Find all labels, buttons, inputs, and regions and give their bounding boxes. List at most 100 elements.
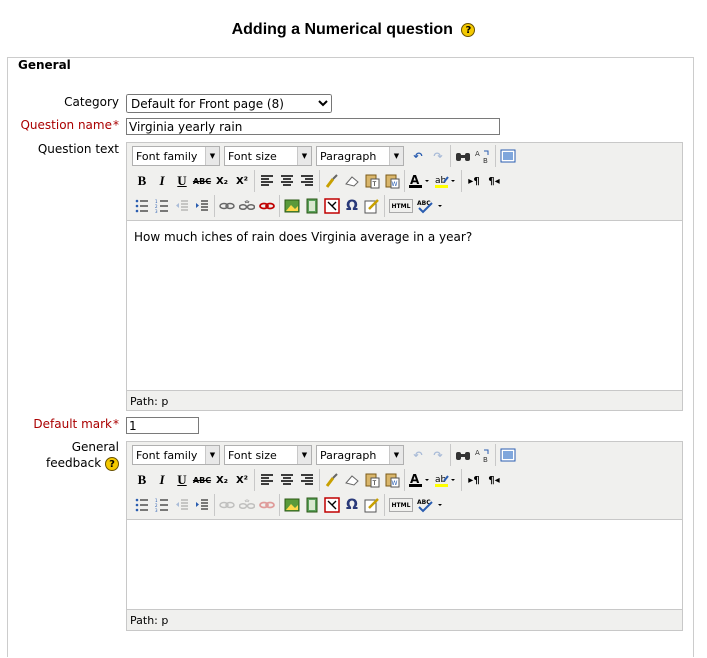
tex-icon[interactable]	[322, 495, 342, 515]
cleanup-brush-icon[interactable]	[322, 470, 342, 490]
redo-icon[interactable]: ↷	[428, 445, 448, 465]
media-icon[interactable]	[302, 196, 322, 216]
insert-group: Ω	[282, 494, 385, 516]
outdent-icon[interactable]	[172, 495, 192, 515]
paste-word-icon[interactable]: W	[382, 171, 402, 191]
default-mark-label: Default mark*	[33, 417, 119, 431]
html-source-icon[interactable]: HTML	[389, 199, 413, 213]
strikethrough-icon[interactable]: ABC	[192, 470, 212, 490]
omega-icon[interactable]: Ω	[342, 196, 362, 216]
underline-icon[interactable]: U	[172, 470, 192, 490]
svg-text:W: W	[392, 480, 398, 487]
format-select[interactable]: Paragraph ▼	[316, 146, 404, 166]
search-group: AB	[453, 444, 496, 466]
font-size-select[interactable]: Font size ▼	[224, 445, 312, 465]
strikethrough-icon[interactable]: ABC	[192, 171, 212, 191]
subscript-icon[interactable]: X₂	[212, 470, 232, 490]
image-icon[interactable]	[282, 495, 302, 515]
question-text-content-area[interactable]: How much iches of rain does Virginia ave…	[127, 220, 682, 391]
rtl-icon[interactable]: ¶◂	[484, 171, 504, 191]
bullet-list-icon[interactable]	[132, 196, 152, 216]
chevron-down-icon: ▼	[297, 147, 311, 165]
unlink-icon[interactable]	[237, 196, 257, 216]
replace-icon[interactable]: AB	[473, 445, 493, 465]
find-icon[interactable]	[453, 445, 473, 465]
outdent-icon[interactable]	[172, 196, 192, 216]
edit-note-icon[interactable]	[362, 495, 382, 515]
paste-word-icon[interactable]: W	[382, 470, 402, 490]
default-mark-input[interactable]	[126, 417, 199, 434]
bold-icon[interactable]: B	[132, 470, 152, 490]
numbered-list-icon[interactable]: 123	[152, 495, 172, 515]
unlink-icon[interactable]	[237, 495, 257, 515]
align-right-icon[interactable]	[297, 470, 317, 490]
align-left-icon[interactable]	[257, 470, 277, 490]
highlight-color-icon[interactable]: ab	[433, 470, 459, 490]
link-icon[interactable]	[217, 196, 237, 216]
anchor-unlink-icon[interactable]	[257, 196, 277, 216]
text-color-icon[interactable]: A	[407, 171, 433, 191]
spellcheck-icon[interactable]: ABC	[415, 495, 447, 515]
bullet-list-icon[interactable]	[132, 495, 152, 515]
align-group	[257, 170, 320, 192]
category-label: Category	[64, 95, 119, 109]
fullscreen-icon[interactable]	[498, 445, 518, 465]
color-group: A ab	[407, 469, 462, 491]
paste-text-icon[interactable]: T	[362, 470, 382, 490]
underline-icon[interactable]: U	[172, 171, 192, 191]
align-right-icon[interactable]	[297, 171, 317, 191]
find-icon[interactable]	[453, 146, 473, 166]
anchor-unlink-icon[interactable]	[257, 495, 277, 515]
question-text-editor: Font family ▼ Font size ▼ Paragraph ▼ ↶ ↷ A…	[126, 142, 683, 411]
bold-icon[interactable]: B	[132, 171, 152, 191]
spellcheck-icon[interactable]: ABC	[415, 196, 447, 216]
replace-icon[interactable]: AB	[473, 146, 493, 166]
question-name-input[interactable]	[126, 118, 500, 135]
help-icon[interactable]: ?	[461, 23, 476, 37]
align-left-icon[interactable]	[257, 171, 277, 191]
cleanup-brush-icon[interactable]	[322, 171, 342, 191]
link-icon[interactable]	[217, 495, 237, 515]
help-icon[interactable]: ?	[105, 456, 119, 471]
undo-icon[interactable]: ↶	[408, 146, 428, 166]
style-group: B I U ABC X₂ X²	[132, 469, 255, 491]
eraser-icon[interactable]	[342, 171, 362, 191]
font-family-select[interactable]: Font family ▼	[132, 445, 220, 465]
superscript-icon[interactable]: X²	[232, 470, 252, 490]
default-mark-label-text: Default mark	[33, 417, 112, 431]
category-select[interactable]: Default for Front page (8)	[126, 94, 332, 113]
clipboard-group: T W	[322, 469, 405, 491]
format-select[interactable]: Paragraph ▼	[316, 445, 404, 465]
indent-icon[interactable]	[192, 495, 212, 515]
font-family-select[interactable]: Font family ▼	[132, 146, 220, 166]
ltr-icon[interactable]: ▸¶	[464, 470, 484, 490]
fullscreen-icon[interactable]	[498, 146, 518, 166]
text-color-icon[interactable]: A	[407, 470, 433, 490]
html-source-icon[interactable]: HTML	[389, 498, 413, 512]
rtl-icon[interactable]: ¶◂	[484, 470, 504, 490]
color-group: A ab	[407, 170, 462, 192]
subscript-icon[interactable]: X₂	[212, 171, 232, 191]
ltr-icon[interactable]: ▸¶	[464, 171, 484, 191]
italic-icon[interactable]: I	[152, 171, 172, 191]
redo-icon[interactable]: ↷	[428, 146, 448, 166]
font-size-select[interactable]: Font size ▼	[224, 146, 312, 166]
general-feedback-content-area[interactable]	[127, 519, 682, 610]
numbered-list-icon[interactable]: 123	[152, 196, 172, 216]
align-center-icon[interactable]	[277, 171, 297, 191]
highlight-color-icon[interactable]: ab	[433, 171, 459, 191]
general-feedback-label-line2: feedback	[46, 456, 102, 470]
align-center-icon[interactable]	[277, 470, 297, 490]
eraser-icon[interactable]	[342, 470, 362, 490]
undo-icon[interactable]: ↶	[408, 445, 428, 465]
superscript-icon[interactable]: X²	[232, 171, 252, 191]
indent-icon[interactable]	[192, 196, 212, 216]
omega-icon[interactable]: Ω	[342, 495, 362, 515]
tex-icon[interactable]	[322, 196, 342, 216]
paste-text-icon[interactable]: T	[362, 171, 382, 191]
edit-note-icon[interactable]	[362, 196, 382, 216]
media-icon[interactable]	[302, 495, 322, 515]
image-icon[interactable]	[282, 196, 302, 216]
italic-icon[interactable]: I	[152, 470, 172, 490]
required-marker: *	[113, 118, 119, 132]
